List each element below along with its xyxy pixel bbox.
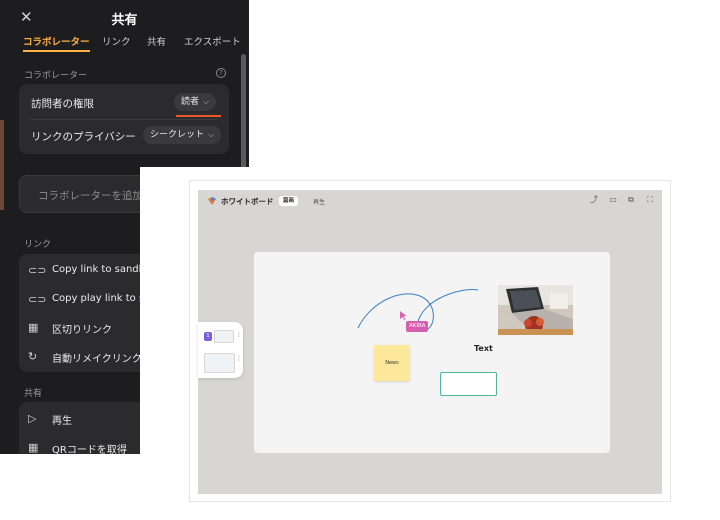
freehand-stroke[interactable] <box>340 278 490 348</box>
more-icon[interactable]: ⋮ <box>236 355 242 362</box>
tab-collaborators[interactable]: コラボレーター <box>23 34 90 52</box>
visitor-permission-dropdown[interactable]: 読者 ⌵ <box>174 93 217 111</box>
laptop-photo[interactable] <box>498 285 573 335</box>
page-thumbnail-1[interactable] <box>214 330 234 343</box>
card-divider <box>31 119 217 120</box>
share-panel-title: 共有 <box>111 13 138 28</box>
link-icon: ⊂⊃ <box>28 264 47 277</box>
play-icon: ▷ <box>28 412 37 425</box>
fullscreen-icon[interactable]: ⛶ <box>646 196 654 204</box>
sticky-note-text: News <box>385 360 399 366</box>
share-heading: 共有 <box>24 389 43 399</box>
share-panel-header: ✕ 共有 <box>0 0 249 34</box>
add-collaborator-placeholder: コラボレーターを追加 <box>38 190 143 202</box>
copy-sandbox-link-item[interactable]: Copy link to sandbo <box>52 264 151 275</box>
whiteboard-title: ホワイトボード <box>221 197 274 206</box>
rectangle-shape[interactable] <box>440 372 497 396</box>
auto-remake-link-item[interactable]: 自動リメイクリンク <box>52 350 142 365</box>
link-privacy-dropdown[interactable]: シークレット ⌵ <box>143 126 222 144</box>
link-heading: リンク <box>24 240 52 250</box>
link-privacy-label: リンクのプライバシー <box>31 131 136 143</box>
crop-icon[interactable]: ▭ <box>609 196 617 204</box>
page-list: 1 ⋮ 2 ⋮ <box>198 322 243 378</box>
refresh-icon: ↻ <box>28 350 38 363</box>
background-strip <box>0 120 4 210</box>
cursor-pointer-icon <box>400 311 407 320</box>
photo-image <box>498 285 573 335</box>
permissions-card: 訪問者の権限 読者 ⌵ リンクのプライバシー シークレット ⌵ <box>19 84 229 154</box>
page-thumbnail-2[interactable] <box>204 353 235 373</box>
screen: ✕ 共有 コラボレーター リンク 共有 エクスポート コラボレーター ? 訪問者… <box>0 0 720 520</box>
mode-badge[interactable]: 篇画 <box>279 196 299 206</box>
link-icon: ⊂⊃ <box>28 293 47 306</box>
share-tabs: コラボレーター リンク 共有 エクスポート <box>0 34 249 56</box>
help-icon[interactable]: ? <box>216 68 226 78</box>
visitor-permission-value: 読者 <box>181 97 200 107</box>
sticky-note[interactable]: News <box>374 345 410 381</box>
chevron-down-icon: ⌵ <box>208 130 215 139</box>
app-logo-icon <box>208 197 216 205</box>
remote-cursor-label: AKIRA <box>406 321 429 332</box>
qr-icon: ▦ <box>28 441 39 454</box>
collaborators-heading: コラボレーター <box>24 71 88 81</box>
segment-link-item[interactable]: 区切りリンク <box>52 321 112 336</box>
play-link[interactable]: 再生 <box>313 197 325 206</box>
play-share-item[interactable]: 再生 <box>52 412 72 427</box>
link-privacy-value: シークレット <box>150 130 205 140</box>
chevron-down-icon: ⌵ <box>203 97 210 106</box>
get-qr-code-item[interactable]: QRコードを取得 <box>52 441 127 454</box>
tab-link[interactable]: リンク <box>102 34 131 48</box>
tab-share[interactable]: 共有 <box>147 34 166 48</box>
tab-export[interactable]: エクスポート <box>184 34 241 48</box>
visitor-permission-label: 訪問者の権限 <box>31 98 94 110</box>
board-text-label[interactable]: Text <box>474 344 493 353</box>
copy-play-link-item[interactable]: Copy play link to sa <box>52 293 150 304</box>
more-icon[interactable]: ⋮ <box>236 331 242 338</box>
open-external-icon[interactable]: ⧉ <box>627 196 635 204</box>
page-number-1[interactable]: 1 <box>204 332 212 341</box>
share-icon[interactable]: ⤴ <box>590 196 598 204</box>
permission-underline <box>176 115 221 117</box>
grid-icon: ▦ <box>28 321 39 334</box>
